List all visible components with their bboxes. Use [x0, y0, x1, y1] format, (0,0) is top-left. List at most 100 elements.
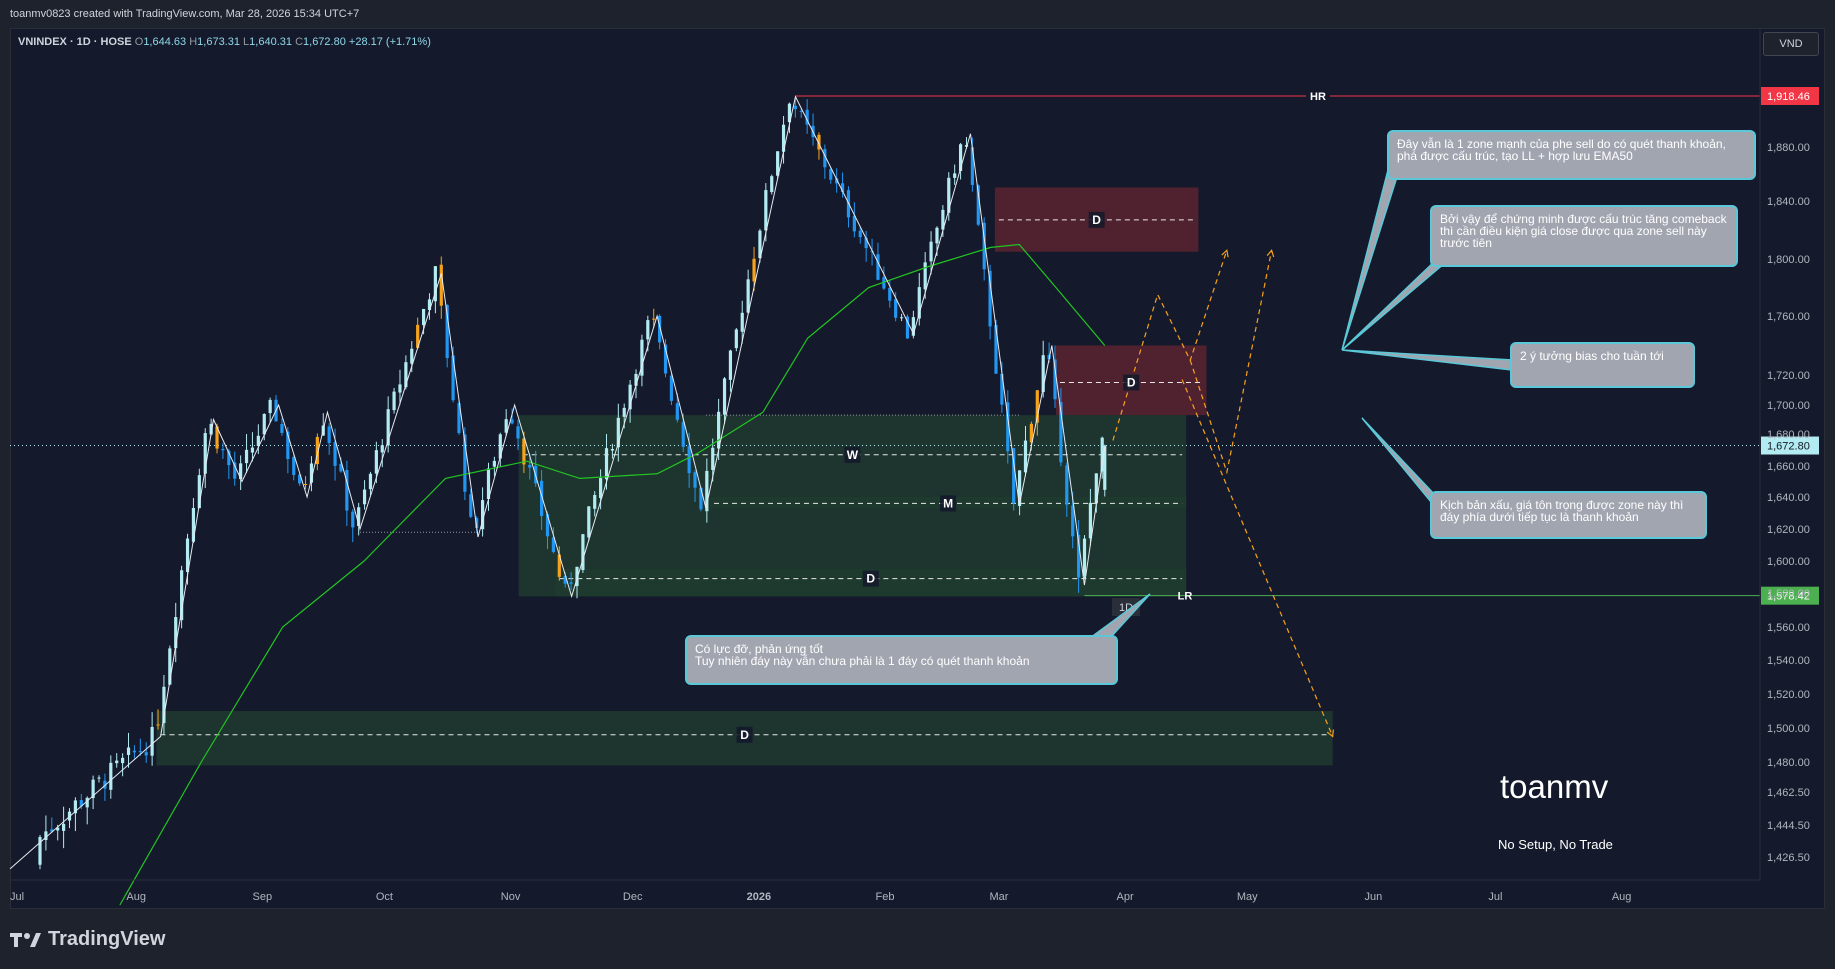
- candle-body: [734, 329, 738, 349]
- x-tick-label: Apr: [1117, 891, 1134, 903]
- x-tick-label: Jul: [1488, 891, 1502, 903]
- callout-bias-pointer: [1341, 349, 1513, 371]
- candle-body: [368, 473, 373, 490]
- candle-body: [923, 262, 927, 290]
- candle-body: [374, 450, 378, 474]
- candle-body: [675, 403, 679, 420]
- candle-body: [303, 484, 308, 486]
- candle-body: [144, 752, 148, 756]
- candle-body: [439, 264, 443, 306]
- candle-body: [740, 312, 744, 332]
- candle-body: [935, 227, 939, 244]
- candle-body: [793, 105, 797, 110]
- candle-body: [392, 391, 396, 411]
- callout-bias: 2 ý tưởng bias cho tuần tới: [1510, 342, 1695, 388]
- hr-label: HR: [1310, 91, 1326, 103]
- candle-body: [156, 724, 160, 726]
- projection-arrowhead: [1266, 249, 1275, 258]
- x-tick-label: 2026: [747, 891, 771, 903]
- candle-body: [138, 751, 142, 753]
- y-tick-label: 1,444.50: [1767, 820, 1810, 832]
- close-value: 1,672.80: [303, 36, 346, 48]
- candle-body: [126, 747, 131, 755]
- candle-body: [587, 506, 591, 538]
- candle-body: [244, 449, 249, 464]
- y-tick-label: 1,640.00: [1767, 492, 1810, 504]
- candle-body: [681, 422, 685, 447]
- currency-button[interactable]: VND: [1763, 32, 1819, 56]
- candle-body: [528, 464, 532, 468]
- candle-body: [622, 407, 626, 417]
- callout-sell-zone: Đây vẫn là 1 zone mạnh của phe sell do c…: [1387, 130, 1756, 180]
- y-tick-label: 1,580.00: [1767, 588, 1810, 600]
- candle-body: [333, 442, 337, 466]
- candle-body: [764, 190, 768, 231]
- zone-label: D: [866, 572, 875, 586]
- x-tick-label: May: [1237, 891, 1258, 903]
- y-tick-label: 1,540.00: [1767, 655, 1810, 667]
- callout-structure: Bởi vậy để chứng minh được cấu trúc tăng…: [1430, 205, 1738, 267]
- candle-body: [770, 176, 774, 193]
- candle-body: [292, 456, 296, 475]
- hr-price-label: 1,918.46: [1767, 91, 1810, 103]
- tradingview-logo[interactable]: TradingView: [10, 928, 165, 951]
- bottom-bar: [0, 909, 1835, 969]
- candle-body: [876, 254, 880, 280]
- candle-body: [97, 777, 101, 779]
- y-tick-label: 1,480.00: [1767, 757, 1810, 769]
- candle-body: [569, 582, 573, 584]
- candle-body: [469, 494, 473, 517]
- callout-structure-pointer: [1341, 259, 1448, 351]
- zone-label: W: [847, 448, 859, 462]
- x-tick-label: Oct: [376, 891, 393, 903]
- candle-body: [221, 448, 225, 451]
- candle-body: [953, 173, 957, 178]
- change-value: +28.17 (+1.71%): [348, 36, 431, 48]
- low-value: 1,640.31: [249, 36, 292, 48]
- candle-body: [693, 472, 697, 488]
- watermark-name: toanmv: [1500, 768, 1609, 805]
- callout-sell-zone-pointer: [1341, 168, 1397, 351]
- candle-body: [121, 757, 125, 764]
- last-price-label: 1,672.80: [1767, 441, 1810, 453]
- symbol-label: VNINDEX · 1D · HOSE: [18, 36, 132, 48]
- y-tick-label: 1,880.00: [1767, 142, 1810, 154]
- candle-body: [599, 478, 603, 498]
- high-value: 1,673.31: [197, 36, 240, 48]
- candle-body: [516, 426, 520, 439]
- y-tick-label: 1,500.00: [1767, 723, 1810, 735]
- x-tick-label: Aug: [126, 891, 146, 903]
- candle-body: [899, 317, 904, 319]
- x-tick-label: Feb: [876, 891, 895, 903]
- projection-bearish: [1181, 379, 1334, 737]
- candle-body: [687, 446, 691, 474]
- ohlc-legend: VNINDEX · 1D · HOSE O1,644.63 H1,673.31 …: [18, 36, 431, 48]
- y-tick-label: 1,560.00: [1767, 622, 1810, 634]
- callout-support: Có lực đỡ, phản ứng tốt Tuy nhiên đáy nà…: [685, 635, 1118, 685]
- y-tick-label: 1,620.00: [1767, 524, 1810, 536]
- candle-body: [752, 258, 756, 282]
- y-tick-label: 1,700.00: [1767, 400, 1810, 412]
- high-label: H: [189, 36, 198, 48]
- candle-body: [492, 460, 496, 467]
- candle-body: [669, 375, 674, 401]
- candle-body: [398, 384, 402, 393]
- candle-body: [1082, 538, 1087, 576]
- zone-label: M: [943, 496, 953, 510]
- candle-body: [728, 350, 733, 380]
- callout-bearish-pointer: [1361, 417, 1437, 511]
- y-tick-label: 1,462.50: [1767, 787, 1810, 799]
- y-tick-label: 1,720.00: [1767, 370, 1810, 382]
- candle-body: [722, 378, 727, 415]
- y-tick-label: 1,660.00: [1767, 461, 1810, 473]
- candle-body: [711, 447, 715, 470]
- x-tick-label: Jun: [1364, 891, 1382, 903]
- candle-body: [280, 423, 284, 433]
- x-tick-label: Nov: [501, 891, 521, 903]
- zone-label: D: [1127, 376, 1136, 390]
- candle-body: [421, 308, 426, 326]
- candle-body: [250, 447, 255, 453]
- lr-label: LR: [1178, 591, 1193, 603]
- y-tick-label: 1,760.00: [1767, 311, 1810, 323]
- candle-body: [380, 445, 384, 453]
